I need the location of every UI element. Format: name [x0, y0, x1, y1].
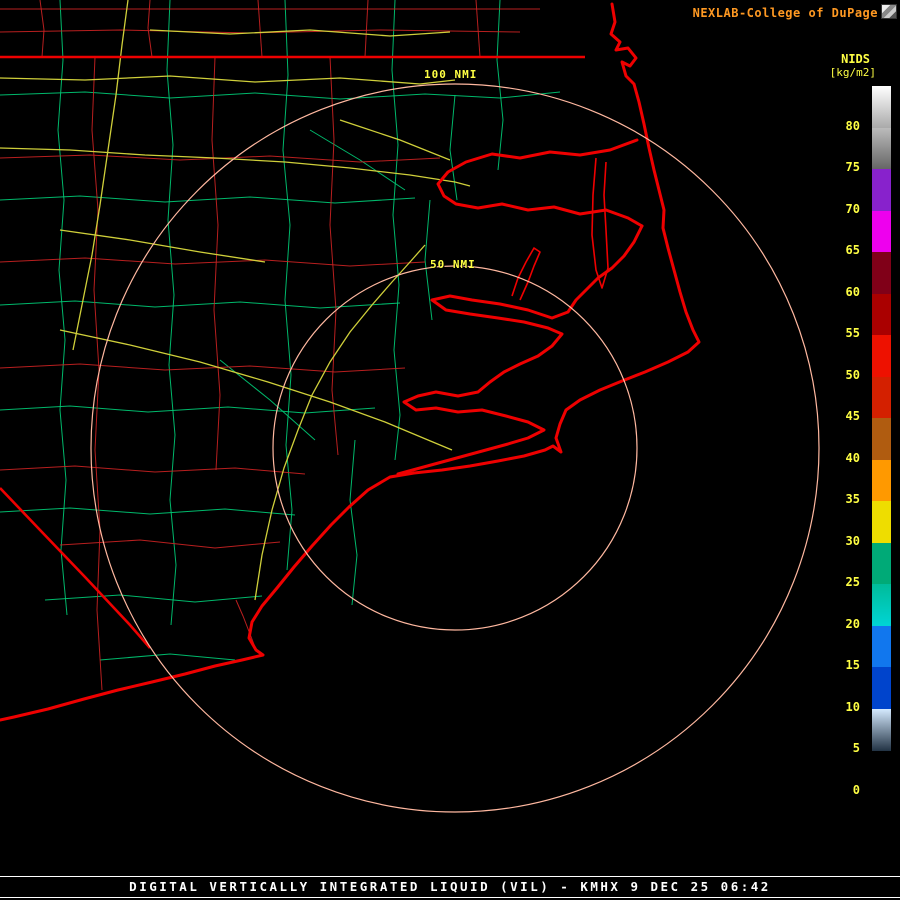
ring-label-50nmi: 50 NMI [430, 258, 476, 271]
state-borders [0, 57, 585, 648]
colorbar-segment [872, 751, 891, 793]
footer-rule-top [0, 876, 900, 877]
product-label: NIDS [841, 52, 870, 66]
colorbar-segment [872, 128, 891, 170]
colorbar-segment [872, 501, 891, 543]
colorbar-segment [872, 294, 891, 336]
colorbar-segment [872, 709, 891, 751]
colorbar-segment [872, 460, 891, 502]
colorbar-segment [872, 584, 891, 626]
colorbar-segments [872, 86, 891, 792]
radar-screen: { "header": { "brand": "NEXLAB-College o… [0, 0, 900, 900]
albemarle-sound-path [438, 140, 642, 226]
pungo-river-path [512, 248, 540, 300]
colorbar-segment [872, 418, 891, 460]
county-lines-red [0, 0, 540, 690]
colorbar-segment [872, 211, 891, 253]
colorbar-segment [872, 377, 891, 419]
cod-logo-icon [882, 5, 896, 18]
alligator-river-path [592, 158, 608, 288]
ring-100nmi [91, 84, 819, 812]
colorbar-segment [872, 626, 891, 668]
radar-map [0, 0, 900, 900]
colorbar-segment [872, 335, 891, 377]
colorbar-segment [872, 667, 891, 709]
brand-text: NEXLAB-College of DuPage [693, 6, 878, 20]
ring-label-100nmi: 100 NMI [424, 68, 477, 81]
colorbar-segment [872, 252, 891, 294]
footer-title: DIGITAL VERTICALLY INTEGRATED LIQUID (VI… [0, 879, 900, 894]
footer-rule-bottom [0, 897, 900, 898]
range-rings [91, 84, 819, 812]
colorbar-segment [872, 543, 891, 585]
county-lines-green [0, 0, 560, 660]
units-label: [kg/m2] [830, 66, 876, 79]
ring-50nmi [273, 266, 637, 630]
colorbar-segment [872, 169, 891, 211]
colorbar-segment [872, 86, 891, 128]
